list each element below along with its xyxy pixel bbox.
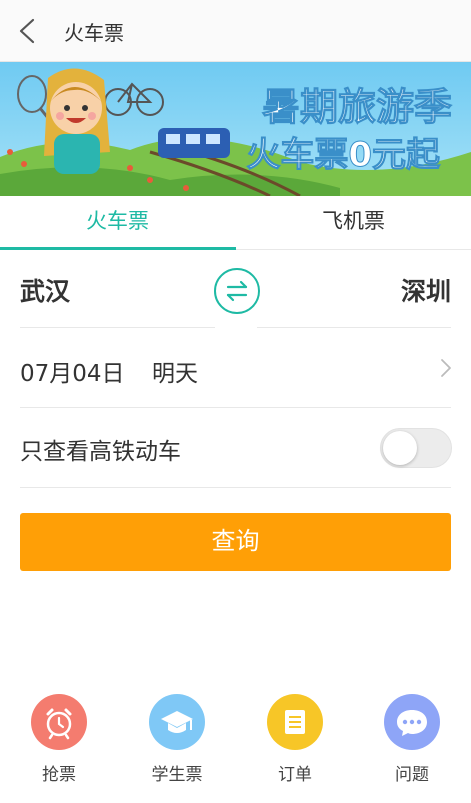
banner-subline: 火车票0元起 — [246, 135, 441, 175]
bottom-nav-label: 订单 — [278, 765, 312, 785]
back-button[interactable] — [12, 14, 46, 48]
grab-ticket-icon-bg — [31, 694, 87, 750]
bottom-nav-student-ticket[interactable]: 学生票 — [127, 694, 227, 785]
promo-banner[interactable]: 暑期旅游季 火车票0元起 — [0, 62, 471, 196]
high-speed-only-toggle[interactable] — [380, 428, 452, 468]
banner-headline: 暑期旅游季 — [262, 85, 452, 129]
bottom-nav-questions[interactable]: 问题 — [362, 694, 462, 785]
bottom-nav-orders[interactable]: 订单 — [245, 694, 345, 785]
ticket-type-tabs: 火车票 飞机票 — [0, 196, 471, 250]
back-arrow-icon — [19, 18, 35, 44]
divider — [20, 487, 451, 488]
page-title: 火车票 — [64, 21, 124, 45]
search-button[interactable]: 查询 — [20, 513, 451, 571]
high-speed-only-label: 只查看高铁动车 — [20, 439, 181, 465]
bottom-nav-grab-ticket[interactable]: 抢票 — [9, 694, 109, 785]
alarm-clock-icon — [46, 708, 72, 740]
chevron-right-icon — [441, 359, 451, 377]
top-bar: 火车票 — [0, 0, 471, 62]
date-selector[interactable]: 07月04日 明天 — [0, 328, 471, 408]
toggle-knob — [383, 431, 417, 465]
bottom-nav-label: 问题 — [395, 765, 429, 785]
departure-date: 07月04日 — [20, 361, 125, 387]
graduation-cap-icon — [161, 711, 193, 733]
swap-cities-button[interactable] — [214, 268, 260, 314]
banner-illustration: 暑期旅游季 火车票0元起 — [0, 62, 471, 196]
questions-icon-bg — [384, 694, 440, 750]
tab-flight-ticket[interactable]: 飞机票 — [236, 196, 471, 250]
chat-bubble-icon — [397, 710, 427, 736]
document-icon — [285, 710, 305, 734]
swap-arrows-icon — [226, 280, 248, 302]
bottom-nav-label: 抢票 — [42, 765, 76, 785]
active-tab-indicator — [0, 247, 236, 250]
tab-train-ticket[interactable]: 火车票 — [0, 196, 235, 250]
departure-city[interactable]: 武汉 — [20, 272, 70, 308]
divider — [20, 407, 451, 408]
departure-day-label: 明天 — [152, 361, 198, 387]
student-ticket-icon-bg — [149, 694, 205, 750]
bottom-nav-label: 学生票 — [151, 765, 203, 785]
arrival-city[interactable]: 深圳 — [401, 272, 451, 308]
orders-icon-bg — [267, 694, 323, 750]
